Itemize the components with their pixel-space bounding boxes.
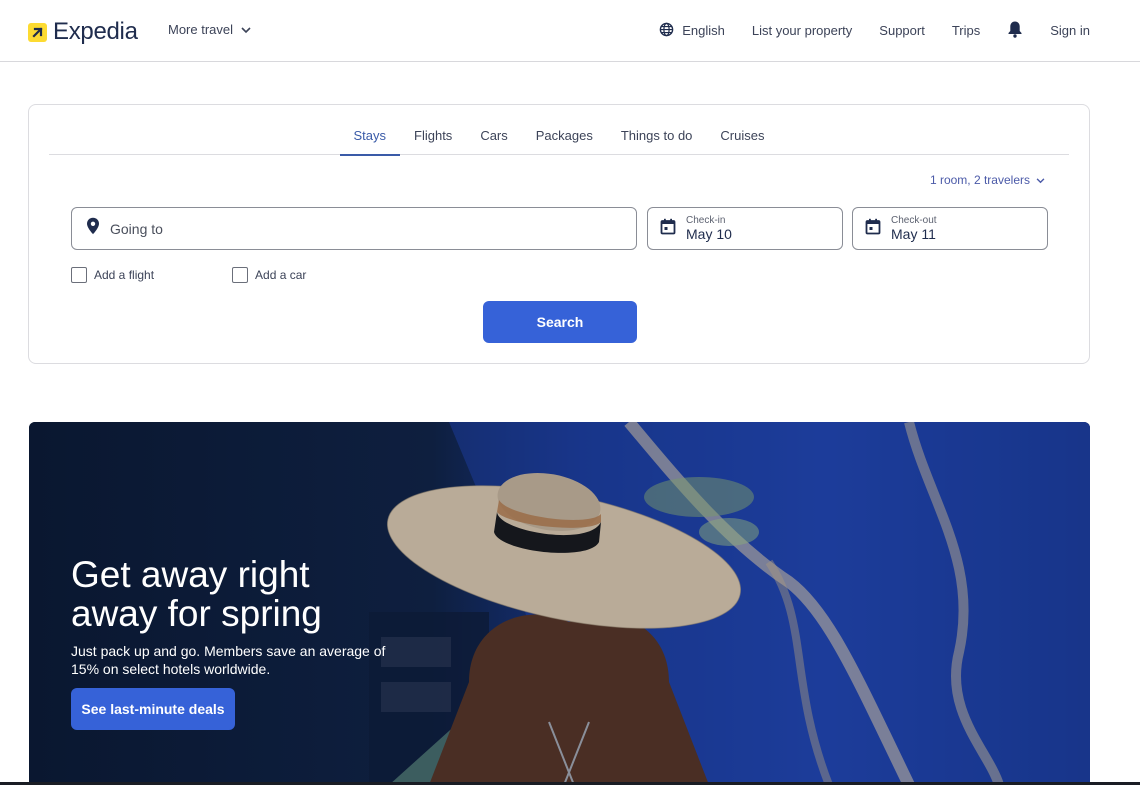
expedia-arrow-icon <box>28 22 47 42</box>
hero-title: Get away right away for spring <box>71 555 322 633</box>
travelers-label: 1 room, 2 travelers <box>929 173 1030 187</box>
language-button[interactable]: English <box>659 22 725 40</box>
going-to-placeholder: Going to <box>110 220 163 237</box>
see-deals-button[interactable]: See last-minute deals <box>71 688 235 730</box>
bell-icon <box>1007 20 1023 41</box>
tab-stays[interactable]: Stays <box>339 121 401 156</box>
calendar-icon <box>865 218 881 240</box>
brand-name: Expedia <box>53 18 138 45</box>
checkbox-box[interactable] <box>71 267 87 283</box>
hero-subtitle: Just pack up and go. Members save an ave… <box>71 643 386 677</box>
globe-icon <box>659 22 674 40</box>
calendar-icon <box>660 218 676 240</box>
search-tabs: Stays Flights Cars Packages Things to do… <box>49 121 1069 156</box>
tab-flights[interactable]: Flights <box>400 121 466 155</box>
check-in-date-field[interactable]: Check-in May 10 <box>647 207 843 250</box>
tab-cars[interactable]: Cars <box>466 121 521 155</box>
add-flight-label: Add a flight <box>94 268 155 282</box>
add-flight-checkbox[interactable]: Add a flight <box>71 267 154 283</box>
tab-packages[interactable]: Packages <box>522 121 607 155</box>
add-ons: Add a flight Add a car <box>71 267 306 283</box>
trips-link[interactable]: Trips <box>952 23 980 38</box>
search-button[interactable]: Search <box>483 301 637 343</box>
hero-title-line1: Get away right <box>71 554 310 595</box>
notifications-button[interactable] <box>1007 20 1023 41</box>
check-out-date-field[interactable]: Check-out May 11 <box>852 207 1048 250</box>
add-car-checkbox[interactable]: Add a car <box>232 267 306 283</box>
expedia-logo[interactable]: Expedia <box>28 18 138 46</box>
check-in-label: Check-in <box>686 214 726 226</box>
hero-banner: Get away right away for spring Just pack… <box>29 422 1090 785</box>
check-out-value: May 11 <box>891 225 936 242</box>
checkbox-box[interactable] <box>232 267 249 283</box>
chevron-down-icon <box>1036 173 1045 187</box>
going-to-input[interactable]: Going to <box>71 207 637 250</box>
check-in-value: May 10 <box>686 225 732 242</box>
sign-in-link[interactable]: Sign in <box>1050 23 1090 38</box>
tab-things-to-do[interactable]: Things to do <box>607 121 707 155</box>
more-travel-label: More travel <box>168 22 234 37</box>
travelers-selector[interactable]: 1 room, 2 travelers <box>930 173 1045 187</box>
top-header: Expedia More travel English List your pr… <box>0 0 1140 62</box>
list-property-link[interactable]: List your property <box>752 23 852 38</box>
support-link[interactable]: Support <box>879 23 925 38</box>
tab-cruises[interactable]: Cruises <box>706 121 778 155</box>
search-form-card: Stays Flights Cars Packages Things to do… <box>28 104 1090 364</box>
hero-title-line2: away for spring <box>71 593 322 634</box>
header-nav: English List your property Support Trips… <box>659 20 1090 41</box>
check-out-label: Check-out <box>891 214 937 226</box>
language-label: English <box>682 23 725 38</box>
add-car-label: Add a car <box>255 268 307 282</box>
map-pin-icon <box>86 217 100 240</box>
more-travel-menu[interactable]: More travel <box>168 22 251 37</box>
chevron-down-icon <box>241 22 251 37</box>
